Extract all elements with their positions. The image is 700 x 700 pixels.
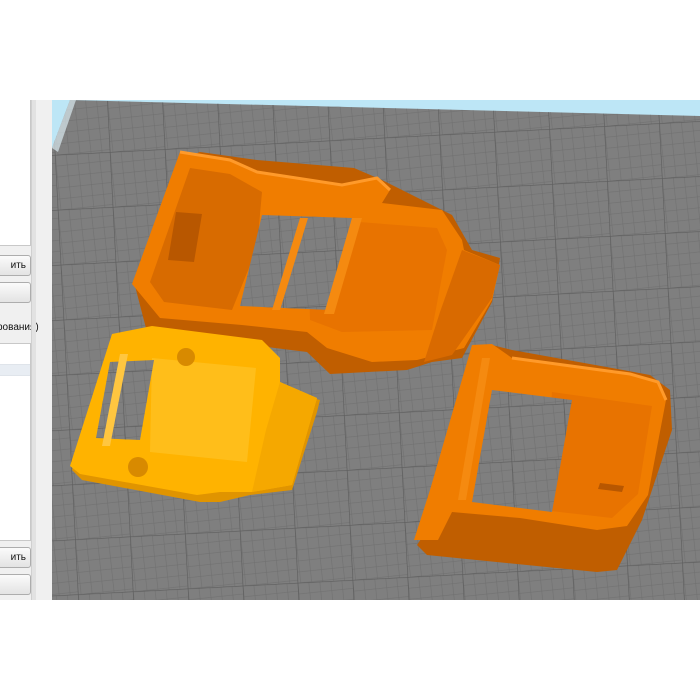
secondary-button-top[interactable] xyxy=(0,282,31,303)
list-item-selected[interactable] xyxy=(0,364,30,376)
side-panel: ить рования) ить xyxy=(0,100,52,600)
object-list-top[interactable] xyxy=(0,100,31,246)
3d-viewport[interactable] xyxy=(52,100,700,600)
add-button-top[interactable]: ить xyxy=(0,255,31,276)
add-button-bottom[interactable]: ить xyxy=(0,547,31,568)
slicer-window: ить рования) ить xyxy=(0,100,700,600)
secondary-button-bottom[interactable] xyxy=(0,574,31,595)
object-list-bottom[interactable] xyxy=(0,343,31,541)
model-2-well xyxy=(150,358,256,462)
model-2-hole-top xyxy=(177,348,195,366)
model-2-hole-bottom xyxy=(128,457,148,477)
panel-splitter[interactable] xyxy=(31,100,36,600)
